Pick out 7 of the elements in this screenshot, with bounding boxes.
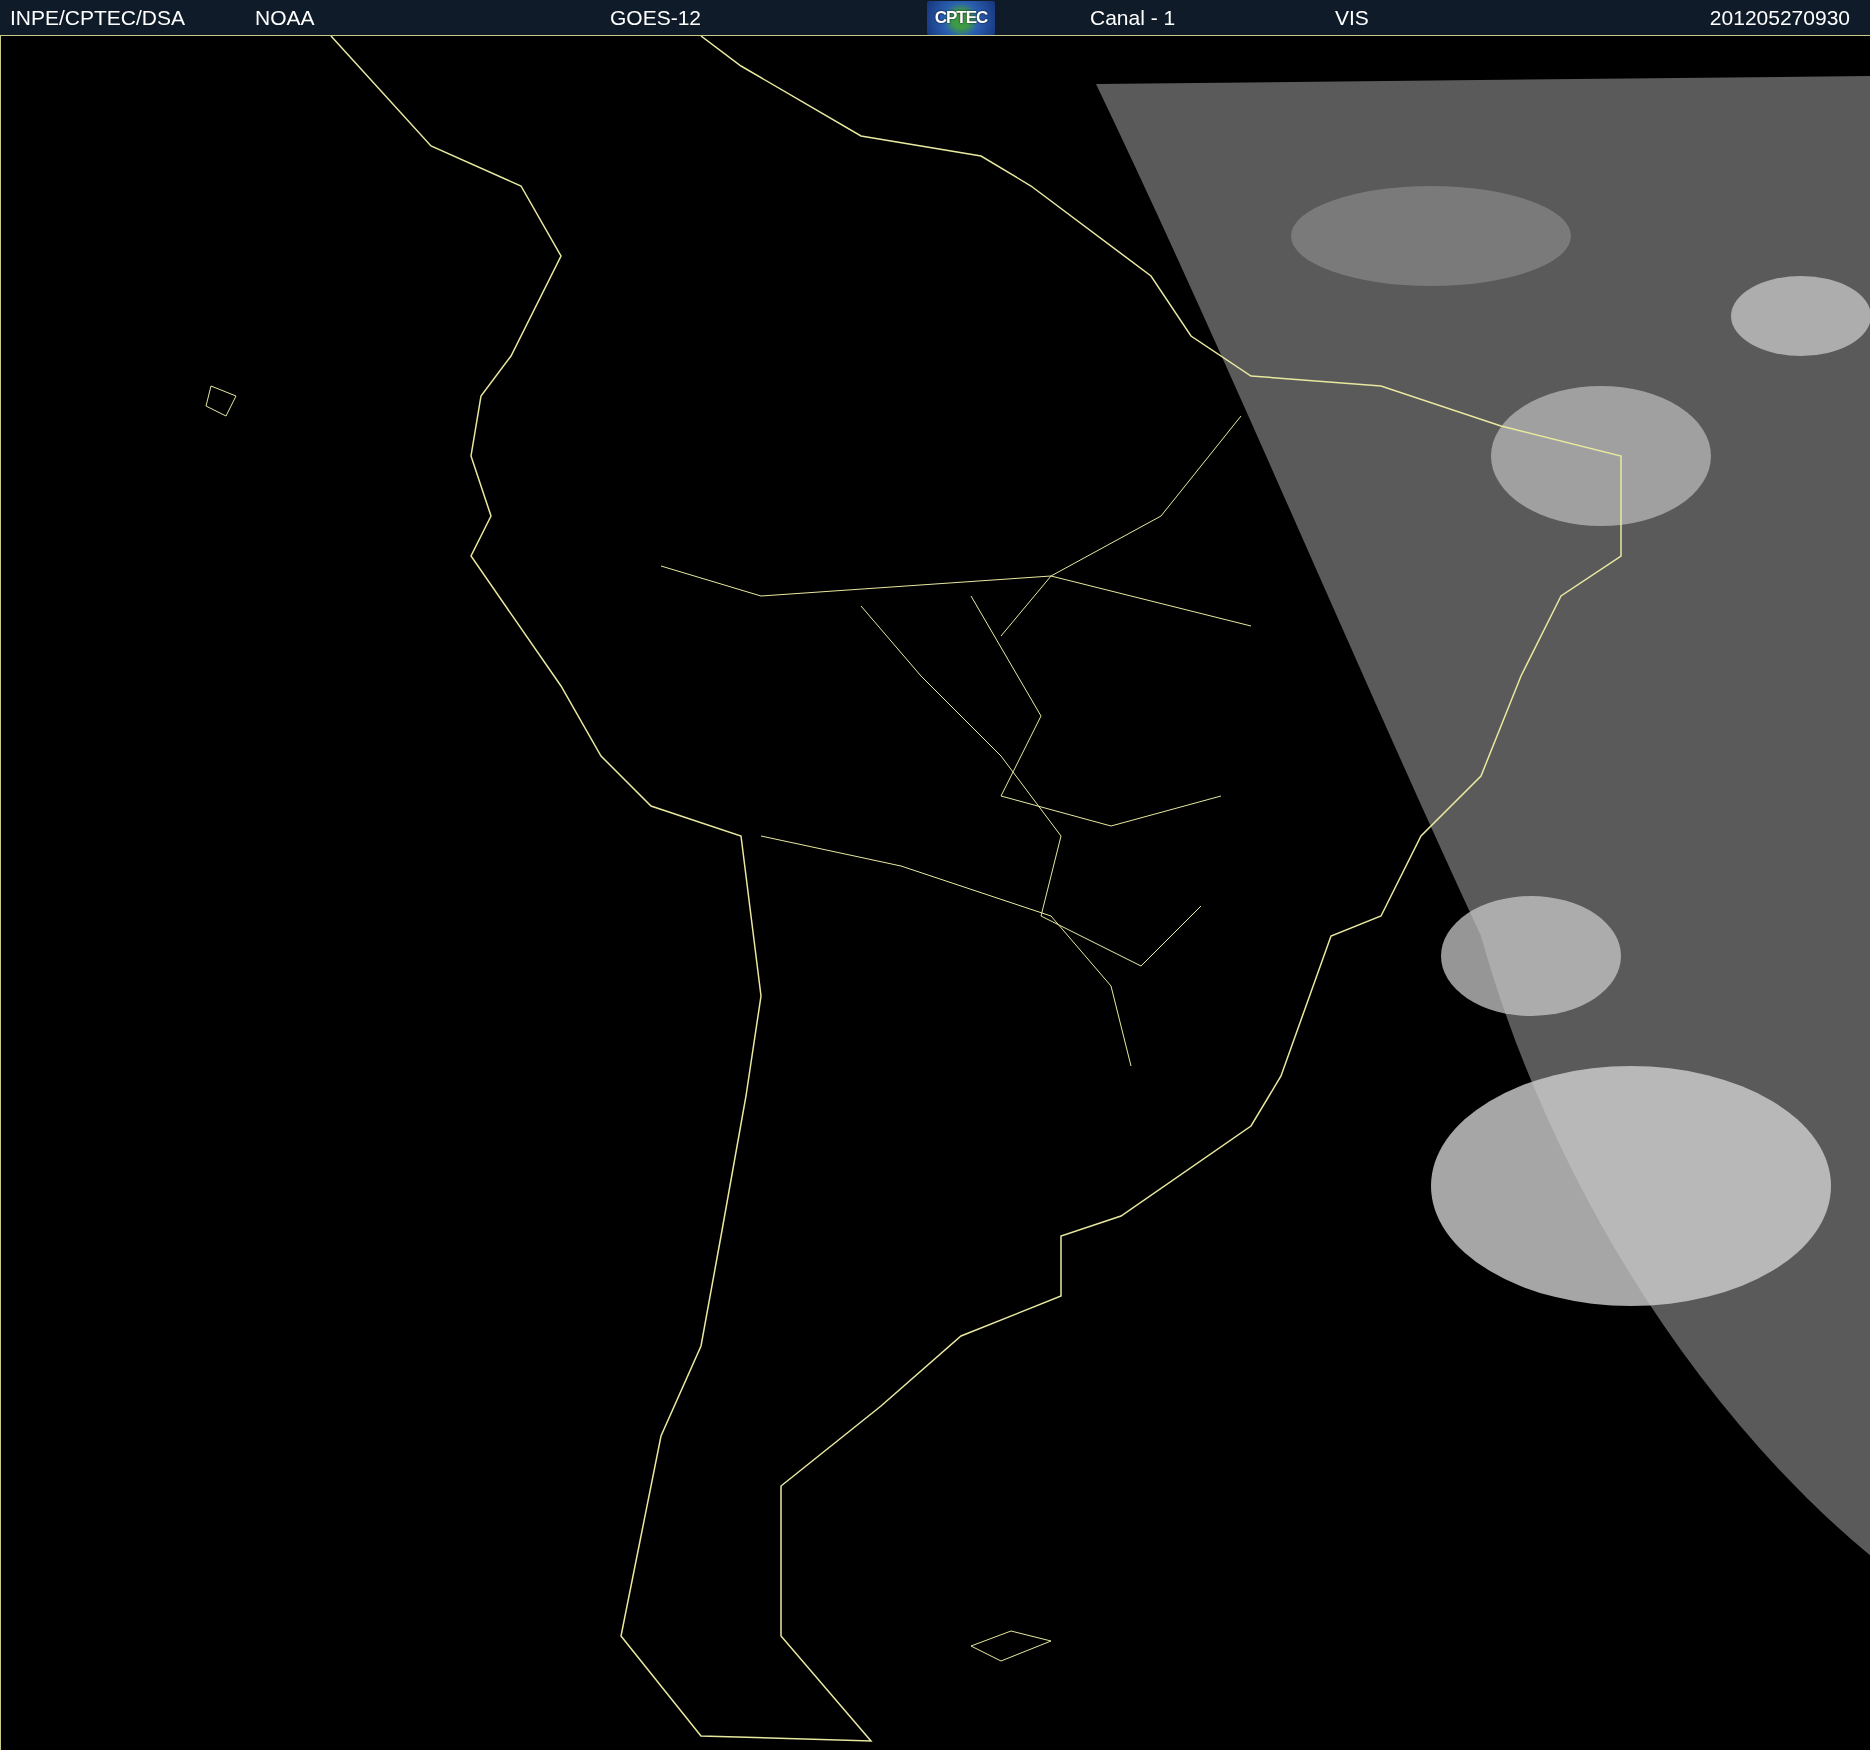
channel-label: Canal - 1: [1090, 5, 1176, 30]
satellite-label: GOES-12: [610, 5, 702, 30]
timestamp-label: 201205270930: [1709, 5, 1850, 30]
agency-label: NOAA: [255, 5, 315, 30]
logo: CPTEC: [927, 0, 995, 35]
source-label: INPE/CPTEC/DSA: [10, 5, 186, 30]
band-label: VIS: [1335, 5, 1369, 30]
